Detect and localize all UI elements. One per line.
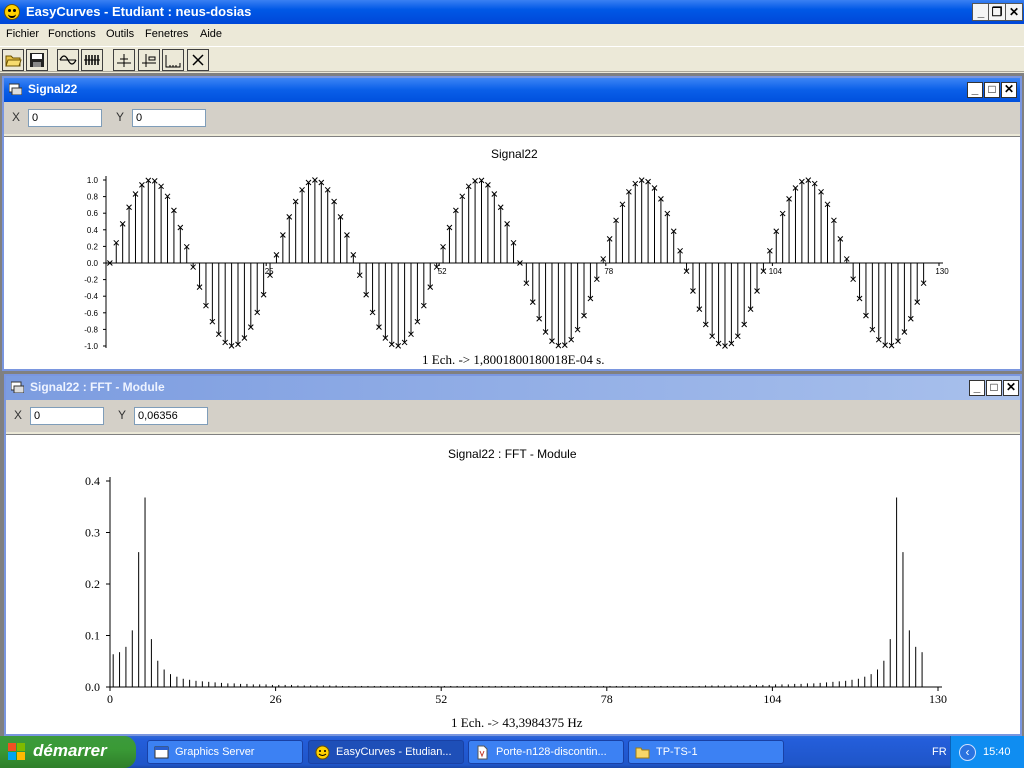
system-tray: ‹ 15:40 xyxy=(950,736,1024,768)
task-porte[interactable]: Porte-n128-discontin... xyxy=(468,740,624,764)
y-tick-label: -0.6 xyxy=(84,309,98,318)
fft-chart: 0.4 0.3 0.2 0.1 0.0 0 26 52 78 104 130 xyxy=(85,474,947,706)
clock: 15:40 xyxy=(983,746,1011,758)
y-tick-label: -0.4 xyxy=(84,292,98,301)
app-close-button[interactable]: ✕ xyxy=(1005,3,1023,21)
menu-bar: Fichier Fonctions Outils Fenetres Aide xyxy=(0,24,1024,44)
x-tick-label: 104 xyxy=(763,692,781,706)
taskbar: démarrer Graphics Server EasyCurves - Et… xyxy=(0,736,1024,768)
task-label: Graphics Server xyxy=(175,746,255,758)
x-tick-label: 104 xyxy=(769,267,783,276)
y-tick-label: 0.0 xyxy=(85,680,100,694)
y-tick-label: 0.0 xyxy=(87,259,99,268)
menu-outils[interactable]: Outils xyxy=(106,28,134,40)
windows-logo-icon xyxy=(8,743,26,761)
close-icon[interactable] xyxy=(187,49,209,71)
y-tick-label: 0.2 xyxy=(85,577,100,591)
x-tick-label: 0 xyxy=(107,692,113,706)
fft-window[interactable]: Signal22 : FFT - Module _ □ ✕ X Y Signal… xyxy=(4,374,1022,736)
signal-window-title-bar[interactable]: Signal22 _ □ ✕ xyxy=(4,78,1020,102)
save-icon[interactable] xyxy=(26,49,48,71)
y-tick-label: 0.6 xyxy=(87,209,99,218)
task-label: Porte-n128-discontin... xyxy=(496,746,607,758)
signal-window-title: Signal22 xyxy=(28,82,78,96)
y-tick-label: -0.2 xyxy=(84,276,98,285)
x-tick-label: 26 xyxy=(270,692,282,706)
fft-y-field[interactable] xyxy=(134,407,208,425)
signal-y-field[interactable] xyxy=(132,109,206,127)
start-label: démarrer xyxy=(33,741,107,760)
add-marker-icon[interactable] xyxy=(113,49,135,71)
app-title-bar: EasyCurves - Etudiant : neus-dosias _ ❐ … xyxy=(0,0,1024,24)
x-tick-label: 52 xyxy=(435,692,447,706)
fft-window-title: Signal22 : FFT - Module xyxy=(30,380,165,394)
task-label: EasyCurves - Etudian... xyxy=(336,746,452,758)
y-tick-label: 0.2 xyxy=(87,242,99,251)
x-tick-label: 78 xyxy=(601,692,613,706)
signal-plot-area[interactable]: Signal22 1.0 0.8 0.6 0.4 0.2 0.0 -0.2 -0.4 -0.6-… xyxy=(4,136,1020,369)
task-tp-ts-1[interactable]: TP-TS-1 xyxy=(628,740,784,764)
sample-icon[interactable] xyxy=(81,49,103,71)
fft-window-title-bar[interactable]: Signal22 : FFT - Module _ □ ✕ xyxy=(6,376,1020,400)
start-button[interactable]: démarrer xyxy=(0,736,136,768)
signal-y-label: Y xyxy=(116,110,125,124)
y-tick-label: 0.4 xyxy=(85,474,100,488)
window-icon xyxy=(154,746,169,759)
x-tick-label: 130 xyxy=(929,692,947,706)
y-tick-label: 0.1 xyxy=(85,629,100,643)
tray-expand-icon[interactable]: ‹ xyxy=(959,744,976,761)
chart-window-icon xyxy=(11,381,24,393)
fft-plot-area[interactable]: Signal22 : FFT - Module 0.4 0.3 0.2 0.1 0.0 0… xyxy=(6,434,1020,734)
fft-y-label: Y xyxy=(118,408,127,422)
open-folder-icon[interactable] xyxy=(2,49,24,71)
x-tick-label: 130 xyxy=(935,267,949,276)
y-tick-label: 0.8 xyxy=(87,193,99,202)
app-restore-button[interactable]: ❐ xyxy=(988,3,1006,21)
fft-x-label: X xyxy=(14,408,23,422)
x-tick-label: 78 xyxy=(604,267,613,276)
menu-aide[interactable]: Aide xyxy=(200,28,222,40)
signal-x-field[interactable] xyxy=(28,109,102,127)
fft-close-button[interactable]: ✕ xyxy=(1003,380,1019,396)
signal-cursor-bar: X Y xyxy=(4,102,1020,134)
document-icon xyxy=(477,745,488,760)
easycurves-app-icon[interactable] xyxy=(4,4,20,20)
fft-chart-footer: 1 Ech. -> 43,3984375 Hz xyxy=(451,715,583,730)
signal-close-button[interactable]: ✕ xyxy=(1001,82,1017,98)
signal-minimize-button[interactable]: _ xyxy=(967,82,983,98)
chart-window-icon xyxy=(9,83,22,95)
histogram-icon[interactable] xyxy=(162,49,184,71)
menu-fonctions[interactable]: Fonctions xyxy=(48,28,96,40)
y-tick-label: -1.0 xyxy=(84,342,98,351)
signal-chart: 1.00.80.60.40.20.0-0.2-0.4-0.6-0.8-1.025… xyxy=(84,176,949,351)
task-easycurves[interactable]: EasyCurves - Etudian... xyxy=(308,740,464,764)
fft-minimize-button[interactable]: _ xyxy=(969,380,985,396)
signal-x-label: X xyxy=(12,110,21,124)
language-indicator[interactable]: FR xyxy=(932,746,947,758)
y-tick-label: 0.3 xyxy=(85,526,100,540)
easycurves-icon xyxy=(315,745,330,760)
signal-chart-footer: 1 Ech. -> 1,8001800180018E-04 s. xyxy=(422,352,605,367)
menu-fenetres[interactable]: Fenetres xyxy=(145,28,188,40)
signal-window[interactable]: Signal22 _ □ ✕ X Y Signal22 1.0 0.8 0.6 0.4… xyxy=(2,76,1022,371)
app-title: EasyCurves - Etudiant : neus-dosias xyxy=(26,4,252,19)
signal-generator-icon[interactable] xyxy=(57,49,79,71)
task-graphics-server[interactable]: Graphics Server xyxy=(147,740,303,764)
y-tick-label: 1.0 xyxy=(87,176,99,185)
x-tick-label: 52 xyxy=(438,267,447,276)
toolbar xyxy=(0,46,1024,72)
mdi-workspace: Signal22 _ □ ✕ X Y Signal22 1.0 0.8 0.6 0.4… xyxy=(0,73,1024,736)
fft-maximize-button[interactable]: □ xyxy=(986,380,1002,396)
y-tick-label: 0.4 xyxy=(87,226,99,235)
fft-cursor-bar: X Y xyxy=(6,400,1020,432)
menu-fichier[interactable]: Fichier xyxy=(6,28,39,40)
folder-icon xyxy=(635,747,650,759)
fft-x-field[interactable] xyxy=(30,407,104,425)
signal-maximize-button[interactable]: □ xyxy=(984,82,1000,98)
task-label: TP-TS-1 xyxy=(656,746,698,758)
y-tick-label: -0.8 xyxy=(84,325,98,334)
marker-cursor-icon[interactable] xyxy=(138,49,160,71)
